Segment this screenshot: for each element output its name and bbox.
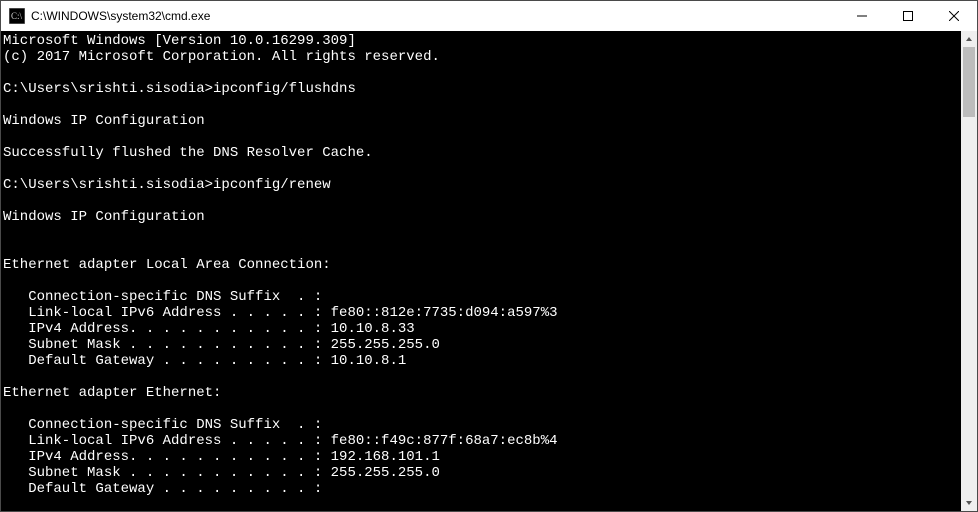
- cmd-icon: C:\: [9, 8, 25, 24]
- scroll-up-button[interactable]: [961, 31, 977, 47]
- cmd-window: C:\ C:\WINDOWS\system32\cmd.exe Microsof…: [0, 0, 978, 512]
- minimize-button[interactable]: [839, 1, 885, 31]
- titlebar[interactable]: C:\ C:\WINDOWS\system32\cmd.exe: [1, 1, 977, 31]
- scrollbar-thumb[interactable]: [963, 47, 975, 117]
- vertical-scrollbar[interactable]: [961, 31, 977, 511]
- console-output[interactable]: Microsoft Windows [Version 10.0.16299.30…: [1, 31, 961, 511]
- console-area: Microsoft Windows [Version 10.0.16299.30…: [1, 31, 977, 511]
- svg-text:C:\: C:\: [11, 11, 23, 21]
- scroll-down-button[interactable]: [961, 495, 977, 511]
- window-title: C:\WINDOWS\system32\cmd.exe: [31, 9, 839, 23]
- close-button[interactable]: [931, 1, 977, 31]
- scrollbar-track[interactable]: [961, 47, 977, 495]
- maximize-button[interactable]: [885, 1, 931, 31]
